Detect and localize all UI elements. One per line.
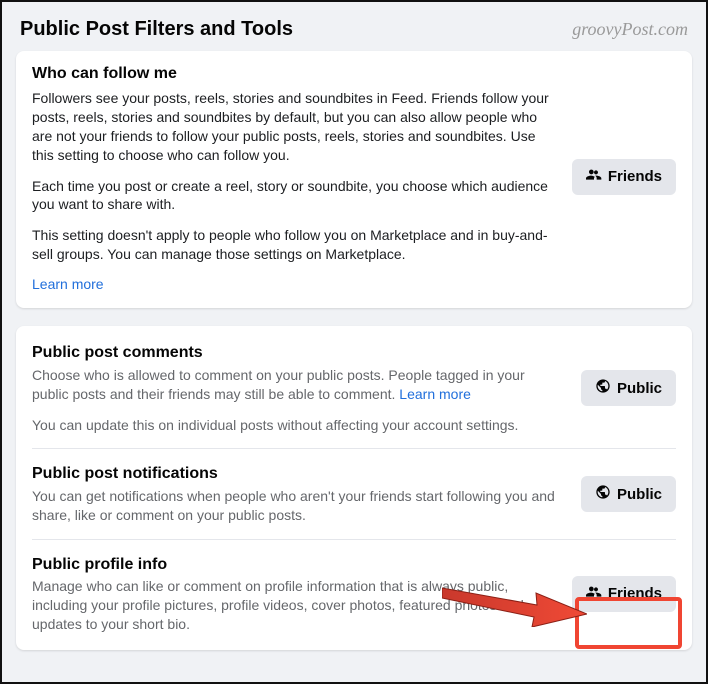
- follow-button-label: Friends: [608, 168, 662, 185]
- follow-learn-more-link[interactable]: Learn more: [32, 276, 104, 292]
- section-public-notifications: Public post notifications You can get no…: [32, 448, 676, 538]
- notifications-button-label: Public: [617, 486, 662, 503]
- section-title-comments: Public post comments: [32, 342, 563, 364]
- watermark: groovyPost.com: [572, 19, 688, 40]
- comments-audience-button[interactable]: Public: [581, 370, 676, 406]
- comments-learn-more-link[interactable]: Learn more: [399, 386, 471, 402]
- notifications-audience-button[interactable]: Public: [581, 476, 676, 512]
- card-who-can-follow: Who can follow me Followers see your pos…: [16, 51, 692, 308]
- section-title-notifications: Public post notifications: [32, 463, 563, 485]
- card-public-settings: Public post comments Choose who is allow…: [16, 326, 692, 650]
- section-public-profile-info: Public profile info Manage who can like …: [32, 539, 676, 648]
- profile-info-p1: Manage who can like or comment on profil…: [32, 577, 554, 634]
- notifications-p1: You can get notifications when people wh…: [32, 487, 563, 525]
- comments-button-label: Public: [617, 380, 662, 397]
- follow-p3: This setting doesn't apply to people who…: [32, 226, 554, 264]
- page-title: Public Post Filters and Tools: [20, 18, 293, 41]
- section-title-profile-info: Public profile info: [32, 554, 554, 576]
- section-public-comments: Public post comments Choose who is allow…: [32, 328, 676, 448]
- profile-info-audience-button[interactable]: Friends: [572, 576, 676, 612]
- friends-icon: [586, 584, 602, 604]
- follow-audience-button[interactable]: Friends: [572, 159, 676, 195]
- profile-info-button-label: Friends: [608, 585, 662, 602]
- section-body-follow: Followers see your posts, reels, stories…: [32, 89, 554, 264]
- public-icon: [595, 378, 611, 398]
- friends-icon: [586, 167, 602, 187]
- comments-p2: You can update this on individual posts …: [32, 416, 563, 435]
- follow-p1: Followers see your posts, reels, stories…: [32, 89, 554, 165]
- public-icon: [595, 484, 611, 504]
- follow-p2: Each time you post or create a reel, sto…: [32, 177, 554, 215]
- section-title-follow: Who can follow me: [32, 65, 676, 83]
